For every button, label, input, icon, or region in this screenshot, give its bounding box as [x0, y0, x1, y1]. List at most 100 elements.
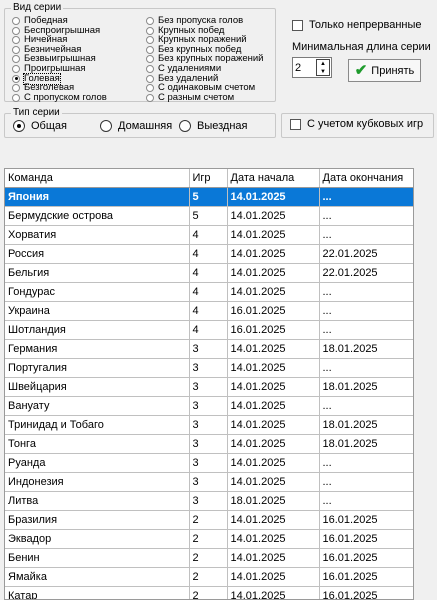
radio-button[interactable]	[12, 74, 20, 83]
radio-button[interactable]	[12, 55, 20, 64]
cell-games: 4	[189, 282, 228, 302]
column-header-team[interactable]: Команда	[5, 169, 190, 188]
radio-button[interactable]	[12, 45, 20, 54]
checkbox-box[interactable]	[290, 118, 301, 130]
table-row[interactable]: Тринидад и Тобаго 3 14.01.2025 18.01.2025	[5, 415, 413, 435]
table-row[interactable]: Россия 4 14.01.2025 22.01.2025	[5, 244, 413, 264]
table-row[interactable]: Руанда 3 14.01.2025...	[5, 453, 413, 473]
cell-end-date: 18.01.2025	[319, 377, 413, 397]
cell-start-date: 16.01.2025	[227, 301, 320, 321]
cell-start-date: 14.01.2025	[227, 453, 320, 473]
cell-games: 3	[189, 415, 228, 435]
vertical-scrollbar[interactable]	[415, 168, 435, 600]
table-row[interactable]: Португалия 3 14.01.2025...	[5, 358, 413, 378]
radio-button[interactable]	[12, 93, 20, 102]
series-type-option[interactable]: Общая	[13, 120, 67, 132]
cell-start-date: 14.01.2025	[227, 586, 320, 599]
cell-team: Бенин	[5, 548, 190, 568]
column-header-start-date[interactable]: Дата начала	[227, 169, 320, 188]
radio-button[interactable]	[146, 65, 154, 73]
table-row[interactable]: Хорватия 4 14.01.2025...	[5, 225, 413, 245]
spin-up-icon[interactable]: ▲	[317, 60, 329, 68]
cup-games-checkbox[interactable]: С учетом кубковых игр	[290, 118, 423, 130]
table-row[interactable]: Шотландия 4 16.01.2025...	[5, 320, 413, 340]
table-row[interactable]: Бенин 2 14.01.2025 16.01.2025	[5, 548, 413, 568]
radio-button[interactable]	[179, 120, 191, 132]
table-row[interactable]: Эквадор 2 14.01.2025 16.01.2025	[5, 529, 413, 549]
cell-start-date: 14.01.2025	[227, 263, 320, 283]
table-row[interactable]: Бермудские острова 5 14.01.2025...	[5, 206, 413, 226]
min-length-input[interactable]	[293, 58, 317, 77]
radio-button[interactable]	[12, 65, 20, 73]
cell-team: Бельгия	[5, 263, 190, 283]
radio-button[interactable]	[100, 120, 112, 132]
cell-end-date: 18.01.2025	[319, 339, 413, 359]
cell-end-date: 16.01.2025	[319, 510, 413, 530]
cell-end-date: 22.01.2025	[319, 244, 413, 264]
radio-button[interactable]	[146, 74, 154, 83]
table-row[interactable]: Тонга 3 14.01.2025 18.01.2025	[5, 434, 413, 454]
min-length-label: Минимальная длина серии	[292, 41, 431, 53]
radio-button[interactable]	[146, 45, 154, 54]
radio-button[interactable]	[146, 17, 154, 25]
checkbox-box[interactable]	[292, 19, 303, 31]
radio-button[interactable]	[13, 120, 25, 132]
radio-button[interactable]	[12, 84, 20, 93]
radio-button[interactable]	[146, 36, 154, 45]
cell-games: 4	[189, 244, 228, 264]
checkmark-icon: ✔	[354, 62, 368, 79]
cell-games: 2	[189, 510, 228, 530]
series-type-option[interactable]: Домашняя	[100, 120, 172, 132]
cell-end-date: ...	[319, 301, 413, 321]
table-row[interactable]: Украина 4 16.01.2025...	[5, 301, 413, 321]
table-row[interactable]: Бельгия 4 14.01.2025 22.01.2025	[5, 263, 413, 283]
cell-games: 3	[189, 358, 228, 378]
table-row[interactable]: Ямайка 2 14.01.2025 16.01.2025	[5, 567, 413, 587]
radio-button[interactable]	[146, 93, 154, 102]
cell-start-date: 14.01.2025	[227, 415, 320, 435]
continuous-only-checkbox[interactable]: Только непрерванные	[292, 19, 422, 31]
spin-arrows-icon[interactable]: ▲ ▼	[316, 59, 330, 76]
table-row[interactable]: Гондурас 4 14.01.2025...	[5, 282, 413, 302]
cell-start-date: 14.01.2025	[227, 339, 320, 359]
cell-games: 3	[189, 472, 228, 492]
table-row[interactable]: Швейцария 3 14.01.2025 18.01.2025	[5, 377, 413, 397]
series-type-legend: Тип серии	[13, 107, 60, 118]
table-row[interactable]: Индонезия 3 14.01.2025...	[5, 472, 413, 492]
cell-start-date: 14.01.2025	[227, 567, 320, 587]
radio-button[interactable]	[146, 26, 154, 35]
radio-button[interactable]	[12, 36, 20, 45]
table-row[interactable]: Вануату 3 14.01.2025...	[5, 396, 413, 416]
radio-button[interactable]	[12, 26, 20, 35]
table-row[interactable]: Япония 5 14.01.2025...	[5, 187, 413, 207]
series-kind-option[interactable]: С разным счетом	[146, 91, 235, 103]
table-row[interactable]: Германия 3 14.01.2025 18.01.2025	[5, 339, 413, 359]
cell-team: Вануату	[5, 396, 190, 416]
cell-end-date: ...	[319, 396, 413, 416]
series-type-option[interactable]: Выездная	[179, 120, 248, 132]
cell-games: 4	[189, 225, 228, 245]
table-row[interactable]: Бразилия 2 14.01.2025 16.01.2025	[5, 510, 413, 530]
table-row[interactable]: Катар 2 14.01.2025 16.01.2025	[5, 586, 413, 599]
table-row[interactable]: Литва 3 18.01.2025...	[5, 491, 413, 511]
cell-end-date: 16.01.2025	[319, 586, 413, 599]
series-kind-option[interactable]: С пропуском голов	[12, 92, 107, 103]
radio-button[interactable]	[12, 17, 20, 25]
apply-button[interactable]: ✔ Принять	[348, 59, 421, 82]
cell-team: Шотландия	[5, 320, 190, 340]
cell-games: 4	[189, 301, 228, 321]
cell-team: Бразилия	[5, 510, 190, 530]
radio-button[interactable]	[146, 84, 154, 93]
cell-start-date: 14.01.2025	[227, 396, 320, 416]
cell-games: 4	[189, 320, 228, 340]
radio-button[interactable]	[146, 55, 154, 64]
column-header-end-date[interactable]: Дата окончания	[319, 169, 413, 188]
spin-down-icon[interactable]: ▼	[317, 68, 329, 76]
series-table[interactable]: Команда Игр Дата начала Дата окончания Я…	[4, 168, 414, 600]
min-length-spinner[interactable]: ▲ ▼	[292, 57, 332, 78]
series-kind-option-label: С разным счетом	[158, 91, 235, 103]
cell-start-date: 14.01.2025	[227, 377, 320, 397]
cell-start-date: 14.01.2025	[227, 548, 320, 568]
column-header-games[interactable]: Игр	[189, 169, 228, 188]
cell-team: Япония	[5, 187, 190, 207]
